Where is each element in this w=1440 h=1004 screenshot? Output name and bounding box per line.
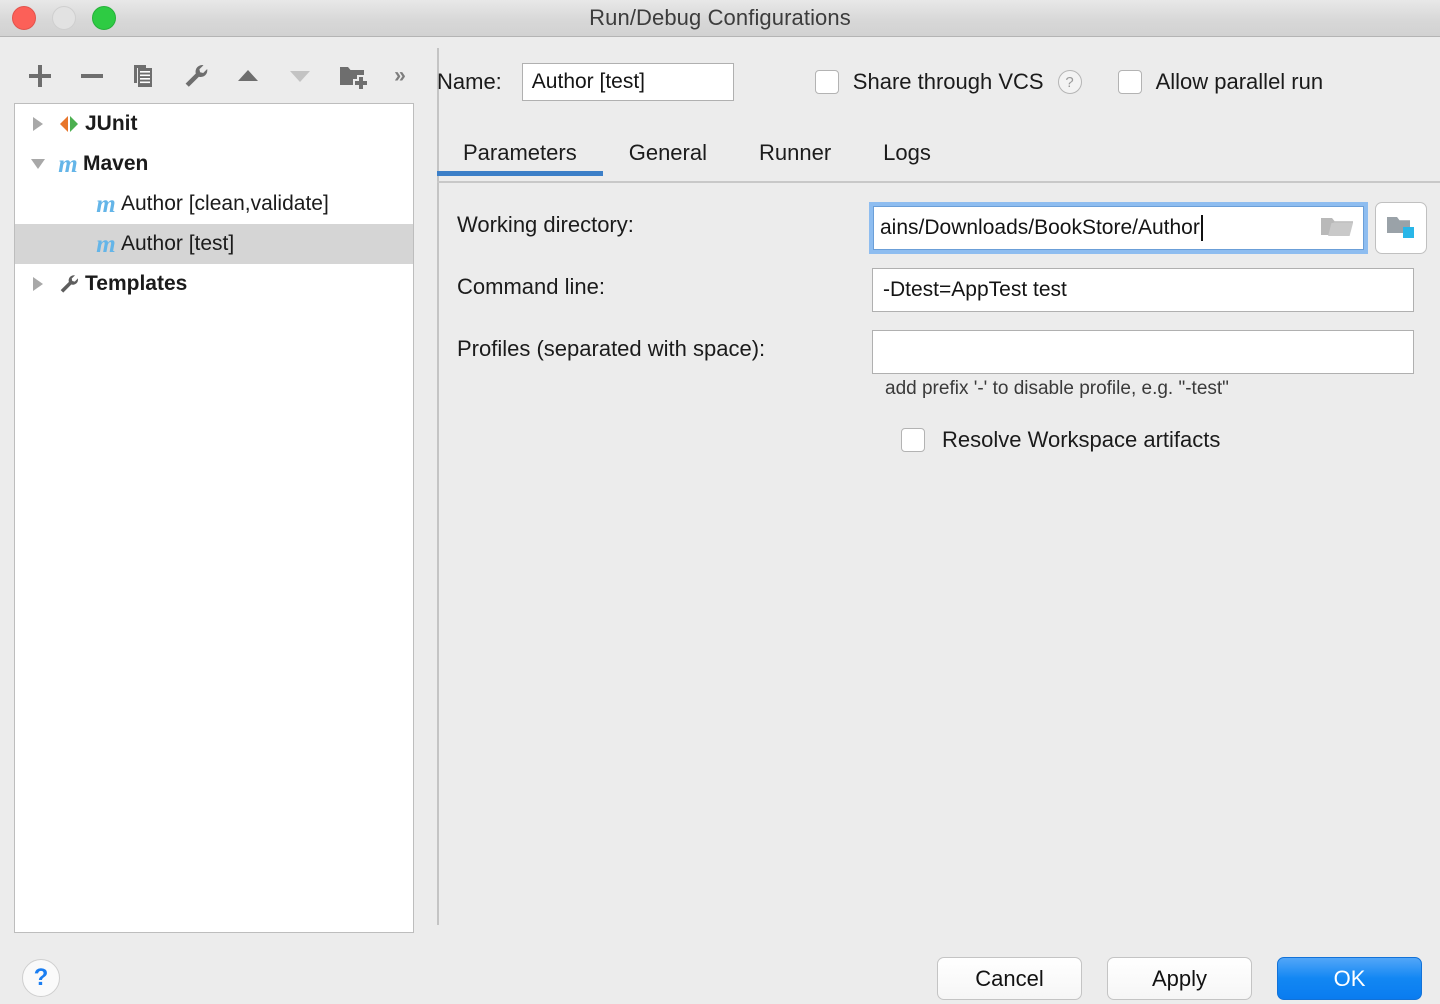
command-line-value: -Dtest=AppTest test	[883, 278, 1067, 302]
working-directory-input[interactable]: ains/Downloads/BookStore/Author	[873, 206, 1364, 250]
add-configuration-button[interactable]	[14, 54, 66, 98]
junit-icon	[53, 104, 85, 144]
command-line-label: Command line:	[457, 274, 605, 300]
resolve-workspace-artifacts-group[interactable]: Resolve Workspace artifacts	[901, 427, 1220, 453]
configuration-tabs: Parameters General Runner Logs	[437, 130, 1440, 182]
expand-arrow-icon[interactable]	[23, 104, 53, 144]
allow-parallel-run-label: Allow parallel run	[1156, 69, 1324, 95]
collapse-arrow-icon[interactable]	[23, 144, 53, 184]
tree-item-templates[interactable]: Templates	[15, 264, 413, 304]
configurations-tree[interactable]: JUnit m Maven m Author [clean,validate] …	[14, 103, 414, 933]
tree-item-label: Author [clean,validate]	[121, 192, 329, 216]
profiles-label: Profiles (separated with space):	[457, 336, 765, 362]
move-up-button[interactable]	[222, 54, 274, 98]
tree-item-author-test[interactable]: m Author [test]	[15, 224, 413, 264]
working-directory-value: ains/Downloads/BookStore/Author	[880, 216, 1200, 240]
parameters-panel: Working directory: ains/Downloads/BookSt…	[437, 196, 1440, 382]
profiles-row: Profiles (separated with space):	[437, 320, 1440, 382]
remove-configuration-button[interactable]	[66, 54, 118, 98]
maven-icon: m	[53, 144, 83, 184]
resolve-workspace-artifacts-checkbox[interactable]	[901, 428, 925, 452]
insert-macro-button[interactable]	[1375, 202, 1427, 254]
tab-general[interactable]: General	[603, 130, 733, 176]
copy-configuration-button[interactable]	[118, 54, 170, 98]
text-caret	[1201, 215, 1203, 241]
share-through-vcs-group[interactable]: Share through VCS ?	[815, 69, 1082, 95]
tab-runner[interactable]: Runner	[733, 130, 857, 176]
tab-parameters[interactable]: Parameters	[437, 130, 603, 176]
cancel-button[interactable]: Cancel	[937, 957, 1082, 1000]
resolve-workspace-artifacts-label: Resolve Workspace artifacts	[942, 427, 1220, 453]
maven-icon: m	[91, 224, 121, 264]
tabs-underline	[437, 181, 1440, 183]
tree-item-label: Templates	[85, 272, 187, 296]
tree-item-author-clean-validate[interactable]: m Author [clean,validate]	[15, 184, 413, 224]
new-folder-button[interactable]	[326, 54, 378, 98]
run-debug-configurations-dialog: Run/Debug Configurations	[0, 0, 1440, 1004]
working-directory-label: Working directory:	[457, 212, 634, 238]
share-through-vcs-label: Share through VCS	[853, 69, 1044, 95]
name-label: Name:	[437, 69, 502, 95]
wrench-icon	[53, 264, 85, 304]
move-down-button[interactable]	[274, 54, 326, 98]
profiles-hint: add prefix '-' to disable profile, e.g. …	[885, 378, 1229, 400]
working-directory-row: Working directory: ains/Downloads/BookSt…	[437, 196, 1440, 258]
tree-item-label: Maven	[83, 152, 148, 176]
tab-logs[interactable]: Logs	[857, 130, 957, 176]
command-line-input[interactable]: -Dtest=AppTest test	[872, 268, 1414, 312]
apply-button[interactable]: Apply	[1107, 957, 1252, 1000]
name-input[interactable]: Author [test]	[522, 63, 734, 101]
browse-folder-icon[interactable]	[1311, 207, 1363, 249]
dialog-buttons: Cancel Apply OK	[937, 957, 1422, 1000]
share-through-vcs-checkbox[interactable]	[815, 70, 839, 94]
tree-item-junit[interactable]: JUnit	[15, 104, 413, 144]
command-line-row: Command line: -Dtest=AppTest test	[437, 258, 1440, 320]
title-bar: Run/Debug Configurations	[0, 0, 1440, 37]
help-button[interactable]: ?	[22, 959, 60, 997]
configurations-toolbar: »	[14, 52, 424, 100]
configuration-header: Name: Author [test] Share through VCS ? …	[437, 60, 1440, 104]
share-help-icon[interactable]: ?	[1058, 70, 1082, 94]
allow-parallel-run-group[interactable]: Allow parallel run	[1118, 69, 1324, 95]
allow-parallel-run-checkbox[interactable]	[1118, 70, 1142, 94]
overflow-button[interactable]: »	[378, 54, 422, 98]
maven-icon: m	[91, 184, 121, 224]
ok-button[interactable]: OK	[1277, 957, 1422, 1000]
tree-item-label: JUnit	[85, 112, 138, 136]
profiles-input[interactable]	[872, 330, 1414, 374]
tree-item-maven[interactable]: m Maven	[15, 144, 413, 184]
window-title: Run/Debug Configurations	[0, 0, 1440, 36]
edit-templates-button[interactable]	[170, 54, 222, 98]
expand-arrow-icon[interactable]	[23, 264, 53, 304]
tree-item-label: Author [test]	[121, 232, 234, 256]
